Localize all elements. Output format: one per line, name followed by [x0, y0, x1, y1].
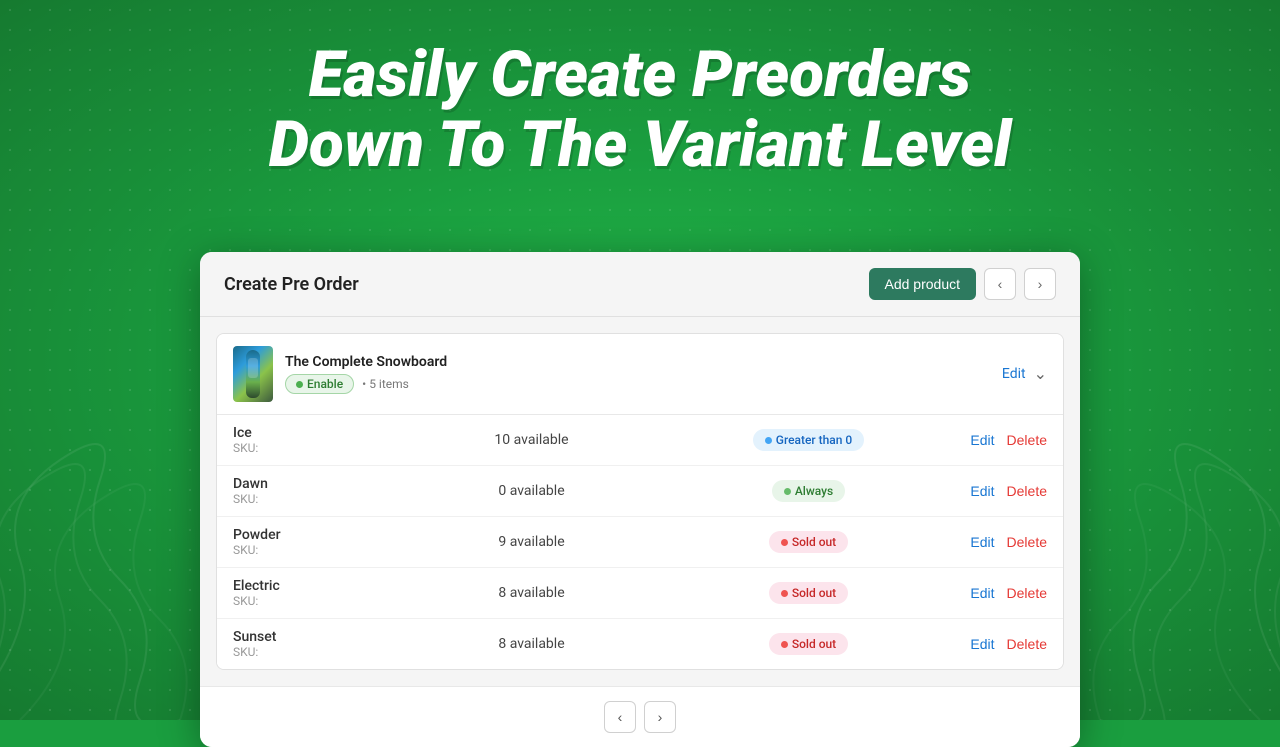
- variant-name: Sunset: [233, 629, 393, 645]
- status-badge-label: Enable: [307, 377, 343, 391]
- product-info: The Complete Snowboard Enable • 5 items: [285, 354, 447, 394]
- variant-info: Dawn SKU:: [233, 476, 393, 506]
- variant-delete-button[interactable]: Delete: [1007, 636, 1047, 652]
- variant-edit-button[interactable]: Edit: [970, 585, 994, 601]
- variant-name: Dawn: [233, 476, 393, 492]
- variant-actions: Edit Delete: [947, 636, 1047, 652]
- variant-actions: Edit Delete: [947, 483, 1047, 499]
- variant-badge-area: Sold out: [670, 531, 947, 553]
- add-product-button[interactable]: Add product: [869, 268, 977, 300]
- variant-name: Ice: [233, 425, 393, 441]
- product-edit-link[interactable]: Edit: [1002, 366, 1026, 382]
- hero-line2: Down To The Variant Level: [0, 110, 1280, 180]
- product-thumbnail: [233, 346, 273, 402]
- product-header: The Complete Snowboard Enable • 5 items …: [217, 334, 1063, 415]
- chevron-right-icon: ›: [1038, 276, 1043, 292]
- variant-delete-button[interactable]: Delete: [1007, 432, 1047, 448]
- variant-available: 0 available: [393, 483, 670, 499]
- chevron-up-icon: ⌄: [1034, 366, 1047, 383]
- variant-actions: Edit Delete: [947, 432, 1047, 448]
- variant-sku: SKU:: [233, 645, 393, 659]
- variant-badge-area: Always: [670, 480, 947, 502]
- snowboard-graphic: [246, 350, 260, 398]
- variant-available: 9 available: [393, 534, 670, 550]
- variant-info: Sunset SKU:: [233, 629, 393, 659]
- variant-edit-button[interactable]: Edit: [970, 432, 994, 448]
- nav-next-button[interactable]: ›: [1024, 268, 1056, 300]
- variant-sku: SKU:: [233, 492, 393, 506]
- items-count: • 5 items: [362, 377, 409, 391]
- status-badge: Always: [772, 480, 845, 502]
- status-badge: Sold out: [769, 531, 848, 553]
- status-badge: Sold out: [769, 582, 848, 604]
- product-header-right: Edit ⌄: [1002, 364, 1047, 384]
- table-row: Powder SKU: 9 available Sold out Edit De…: [217, 517, 1063, 568]
- variant-sku: SKU:: [233, 543, 393, 557]
- variant-info: Electric SKU:: [233, 578, 393, 608]
- status-badge: Greater than 0: [753, 429, 864, 451]
- variant-delete-button[interactable]: Delete: [1007, 534, 1047, 550]
- variant-sku: SKU:: [233, 441, 393, 455]
- product-name: The Complete Snowboard: [285, 354, 447, 370]
- variant-badge-area: Sold out: [670, 633, 947, 655]
- table-row: Sunset SKU: 8 available Sold out Edit De…: [217, 619, 1063, 669]
- variant-edit-button[interactable]: Edit: [970, 483, 994, 499]
- variant-delete-button[interactable]: Delete: [1007, 483, 1047, 499]
- variant-info: Ice SKU:: [233, 425, 393, 455]
- variant-name: Powder: [233, 527, 393, 543]
- card-title: Create Pre Order: [224, 274, 359, 295]
- chevron-left-icon: ‹: [998, 276, 1003, 292]
- card-body: The Complete Snowboard Enable • 5 items …: [216, 333, 1064, 670]
- chevron-right-icon: ›: [658, 709, 663, 725]
- main-card: Create Pre Order Add product ‹ › The Com…: [200, 252, 1080, 747]
- product-header-left: The Complete Snowboard Enable • 5 items: [233, 346, 447, 402]
- nav-prev-button[interactable]: ‹: [984, 268, 1016, 300]
- variant-actions: Edit Delete: [947, 534, 1047, 550]
- variant-sku: SKU:: [233, 594, 393, 608]
- variant-actions: Edit Delete: [947, 585, 1047, 601]
- table-row: Electric SKU: 8 available Sold out Edit …: [217, 568, 1063, 619]
- variant-badge-area: Greater than 0: [670, 429, 947, 451]
- variant-available: 8 available: [393, 585, 670, 601]
- table-row: Dawn SKU: 0 available Always Edit Delete: [217, 466, 1063, 517]
- status-badge: Enable: [285, 374, 354, 394]
- variant-available: 8 available: [393, 636, 670, 652]
- table-row: Ice SKU: 10 available Greater than 0 Edi…: [217, 415, 1063, 466]
- variant-name: Electric: [233, 578, 393, 594]
- variant-delete-button[interactable]: Delete: [1007, 585, 1047, 601]
- collapse-button[interactable]: ⌄: [1034, 364, 1047, 384]
- card-header-actions: Add product ‹ ›: [869, 268, 1057, 300]
- hero-title: Easily Create Preorders Down To The Vari…: [0, 40, 1280, 181]
- page-next-button[interactable]: ›: [644, 701, 676, 733]
- variant-info: Powder SKU:: [233, 527, 393, 557]
- variant-available: 10 available: [393, 432, 670, 448]
- variant-badge-area: Sold out: [670, 582, 947, 604]
- variant-edit-button[interactable]: Edit: [970, 636, 994, 652]
- card-header: Create Pre Order Add product ‹ ›: [200, 252, 1080, 317]
- chevron-left-icon: ‹: [618, 709, 623, 725]
- page-prev-button[interactable]: ‹: [604, 701, 636, 733]
- variants-list: Ice SKU: 10 available Greater than 0 Edi…: [217, 415, 1063, 669]
- product-meta: Enable • 5 items: [285, 374, 447, 394]
- card-footer: ‹ ›: [200, 686, 1080, 747]
- status-badge: Sold out: [769, 633, 848, 655]
- hero-line1: Easily Create Preorders: [0, 40, 1280, 110]
- variant-edit-button[interactable]: Edit: [970, 534, 994, 550]
